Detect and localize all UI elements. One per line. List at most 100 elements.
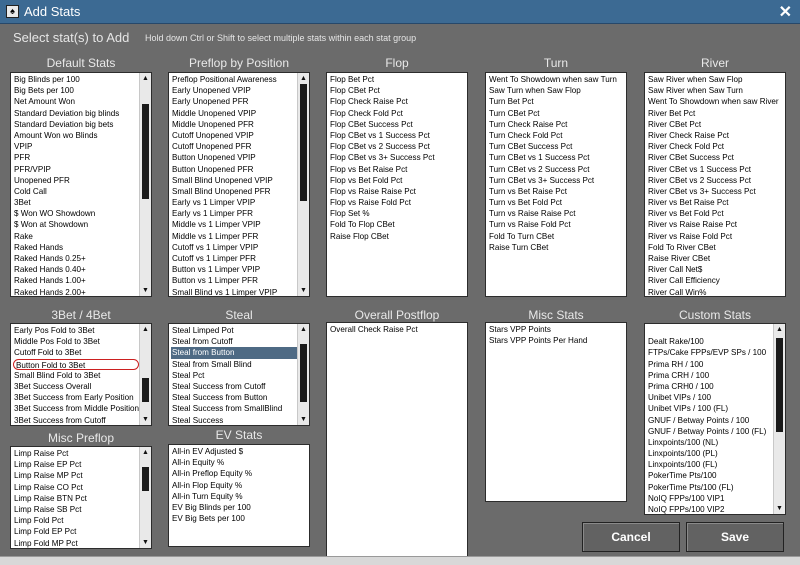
stat-item[interactable]: Flop vs Bet Fold Pct — [329, 175, 467, 186]
stat-item[interactable]: Big Blinds per 100 — [13, 74, 139, 85]
listbox-preflop-by-position[interactable]: Preflop Positional Awareness Early Unopen… — [168, 72, 310, 297]
stat-item[interactable]: Net Amount Won — [13, 96, 139, 107]
stat-item[interactable]: GNUF / Betway Points / 100 — [647, 415, 773, 426]
stat-item[interactable]: Prima RH / 100 — [647, 359, 773, 370]
vertical-scrollbar[interactable]: ▲ ▼ — [297, 73, 309, 296]
stat-item[interactable]: Limp Raise MP Pct — [13, 470, 139, 481]
stat-item[interactable]: Middle Unopened VPIP — [171, 108, 297, 119]
stat-item[interactable]: Stars VPP Points — [488, 324, 626, 335]
save-button[interactable]: Save — [686, 522, 784, 552]
stat-item[interactable]: Unibet VIPs / 100 (FL) — [647, 403, 773, 414]
stat-item[interactable]: Prima CRH / 100 — [647, 370, 773, 381]
scroll-up-icon[interactable]: ▲ — [140, 324, 151, 335]
stat-item[interactable]: Steal Success from Button — [171, 392, 297, 403]
stat-item[interactable]: Raise River CBet — [647, 253, 785, 264]
listbox-turn[interactable]: Went To Showdown when saw Turn Saw Turn w… — [485, 72, 627, 297]
stat-item[interactable]: 3Bet Success from Cutoff — [13, 415, 139, 426]
scroll-down-icon[interactable]: ▼ — [774, 503, 785, 514]
stat-item[interactable]: Fold To Turn CBet — [488, 231, 626, 242]
stat-item[interactable]: Steal from Small Blind — [171, 359, 297, 370]
stat-item[interactable]: PokerTime Pts/100 (FL) — [647, 482, 773, 493]
stat-item[interactable]: Big Bets per 100 — [13, 85, 139, 96]
stat-item[interactable]: Steal Limped Pot — [171, 325, 297, 336]
stat-item[interactable]: Unopened PFR — [13, 175, 139, 186]
scrollbar-thumb[interactable] — [142, 104, 149, 199]
stat-item[interactable]: 3Bet Success from Middle Position — [13, 403, 139, 414]
stat-item[interactable]: Limp Raise EP Pct — [13, 459, 139, 470]
vertical-scrollbar[interactable]: ▲ ▼ — [297, 324, 309, 425]
stat-item[interactable]: NoIQ FPPs/100 VIP1 — [647, 493, 773, 504]
listbox-ev-stats[interactable]: All-in EV Adjusted $ All-in Equity % All-i… — [168, 444, 310, 547]
stat-item[interactable]: VPIP — [13, 141, 139, 152]
stat-item[interactable]: Flop vs Raise Fold Pct — [329, 197, 467, 208]
stat-item[interactable]: Saw Turn when Saw Flop — [488, 85, 626, 96]
listbox-overall-postflop[interactable]: Overall Check Raise Pct — [326, 322, 468, 565]
stat-item[interactable]: Steal Success from SmallBlind — [171, 403, 297, 414]
stat-item[interactable]: Limp Fold Pct — [13, 515, 139, 526]
close-icon[interactable]: ✕ — [779, 2, 792, 22]
stat-item[interactable]: Rake — [13, 231, 139, 242]
stat-item[interactable]: Flop CBet Pct — [329, 85, 467, 96]
stat-item[interactable]: Fold To Flop CBet — [329, 219, 467, 230]
stat-item[interactable]: Linxpoints/100 (FL) — [647, 459, 773, 470]
stat-item[interactable]: Button vs 1 Limper VPIP — [171, 264, 297, 275]
stat-item[interactable]: Middle vs 1 Limper PFR — [171, 231, 297, 242]
stat-item[interactable]: Steal from Button — [171, 347, 297, 359]
stat-item[interactable]: Flop Check Raise Pct — [329, 96, 467, 107]
stat-item[interactable]: NoIQ FPPs/100 VIP2 — [647, 504, 773, 514]
stat-item[interactable]: PFR/VPIP — [13, 164, 139, 175]
stat-item[interactable]: Flop CBet vs 1 Success Pct — [329, 130, 467, 141]
stat-item[interactable]: Limp Fold EP Pct — [13, 526, 139, 537]
stat-item[interactable]: River vs Bet Fold Pct — [647, 208, 785, 219]
stat-item[interactable]: Turn CBet vs 1 Success Pct — [488, 152, 626, 163]
scrollbar-thumb[interactable] — [300, 344, 307, 403]
stat-item[interactable]: 3Bet Success from Early Position — [13, 392, 139, 403]
stat-item[interactable]: Button vs 1 Limper PFR — [171, 275, 297, 286]
stat-item[interactable]: All-in EV Adjusted $ — [171, 446, 309, 457]
listbox-default-stats[interactable]: Big Blinds per 100 Big Bets per 100 Net Am… — [10, 72, 152, 297]
stat-item[interactable]: Turn vs Bet Raise Pct — [488, 186, 626, 197]
stat-item[interactable]: Went To Showdown when saw Turn — [488, 74, 626, 85]
stat-item[interactable]: Turn CBet Success Pct — [488, 141, 626, 152]
listbox-steal[interactable]: Steal Limped Pot Steal from Cutoff Steal f… — [168, 323, 310, 426]
stat-item[interactable]: Saw River when Saw Flop — [647, 74, 785, 85]
stat-item[interactable]: 3Bet Success Overall — [13, 381, 139, 392]
stat-item[interactable]: Limp Raise CO Pct — [13, 482, 139, 493]
scroll-down-icon[interactable]: ▼ — [298, 414, 309, 425]
stat-item[interactable]: All-in Flop Equity % — [171, 480, 309, 491]
scroll-down-icon[interactable]: ▼ — [140, 285, 151, 296]
stat-item[interactable]: River CBet Success Pct — [647, 152, 785, 163]
stat-item[interactable]: Flop CBet vs 3+ Success Pct — [329, 152, 467, 163]
listbox-misc-stats[interactable]: Stars VPP Points Stars VPP Points Per Han… — [485, 322, 627, 502]
stat-item[interactable]: Standard Deviation big blinds — [13, 108, 139, 119]
scroll-down-icon[interactable]: ▼ — [140, 414, 151, 425]
stat-item[interactable]: Raked Hands 2.00+ — [13, 287, 139, 296]
scroll-down-icon[interactable]: ▼ — [298, 285, 309, 296]
scrollbar-thumb[interactable] — [142, 378, 149, 403]
stat-item[interactable]: Raked Hands — [13, 242, 139, 253]
stat-item[interactable]: River Call Win% — [647, 287, 785, 296]
stat-item[interactable]: River Bet Pct — [647, 108, 785, 119]
stat-item[interactable]: Flop CBet vs 2 Success Pct — [329, 141, 467, 152]
stat-item[interactable]: Flop CBet Success Pct — [329, 119, 467, 130]
stat-item[interactable]: Small Blind Unopened PFR — [171, 186, 297, 197]
stat-item[interactable]: Turn CBet vs 2 Success Pct — [488, 164, 626, 175]
stat-item[interactable]: River vs Raise Raise Pct — [647, 219, 785, 230]
stat-item[interactable]: EV Big Blinds per 100 — [171, 502, 309, 513]
stat-item[interactable]: Turn vs Raise Fold Pct — [488, 219, 626, 230]
stat-item[interactable]: Turn vs Bet Fold Pct — [488, 197, 626, 208]
stat-item[interactable]: Flop Bet Pct — [329, 74, 467, 85]
cancel-button[interactable]: Cancel — [582, 522, 680, 552]
stat-item[interactable]: All-in Preflop Equity % — [171, 468, 309, 479]
stat-item[interactable]: PFR — [13, 152, 139, 163]
listbox-river[interactable]: Saw River when Saw Flop Saw River when Sa… — [644, 72, 786, 297]
stat-item[interactable]: Flop Check Fold Pct — [329, 108, 467, 119]
stat-item[interactable]: FTPs/Cake FPPs/EVP SPs / 100 — [647, 347, 773, 358]
stat-item[interactable]: Cold Call — [13, 186, 139, 197]
stat-item[interactable]: Flop Set % — [329, 208, 467, 219]
stat-item[interactable]: River vs Raise Fold Pct — [647, 231, 785, 242]
scrollbar-thumb[interactable] — [300, 84, 307, 201]
stat-item[interactable]: Button Unopened PFR — [171, 164, 297, 175]
stat-item[interactable]: Early vs 1 Limper PFR — [171, 208, 297, 219]
stat-item[interactable]: Steal Success from Cutoff — [171, 381, 297, 392]
